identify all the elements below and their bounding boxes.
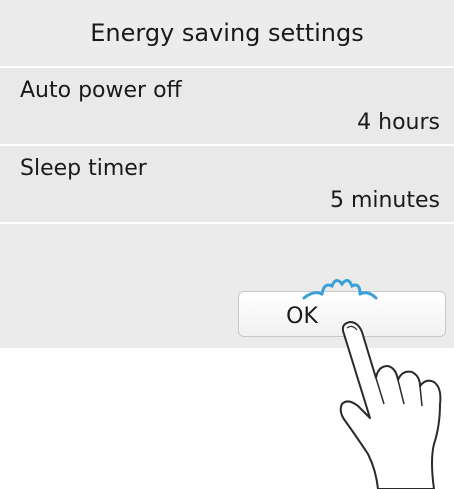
setting-row-sleep-timer[interactable]: Sleep timer 5 minutes [0, 146, 454, 222]
pointing-hand-icon [339, 321, 442, 489]
divider [0, 222, 454, 224]
page-title-text: Energy saving settings [90, 19, 364, 47]
setting-row-auto-power-off[interactable]: Auto power off 4 hours [0, 68, 454, 144]
setting-label: Sleep timer [20, 156, 147, 181]
printer-screen: Energy saving settings Auto power off 4 … [0, 0, 454, 348]
page-title: Energy saving settings [0, 0, 454, 66]
setting-label: Auto power off [20, 78, 182, 103]
setting-value: 4 hours [357, 110, 440, 135]
setting-value: 5 minutes [329, 188, 440, 213]
tap-sparkle-icon [302, 279, 378, 300]
